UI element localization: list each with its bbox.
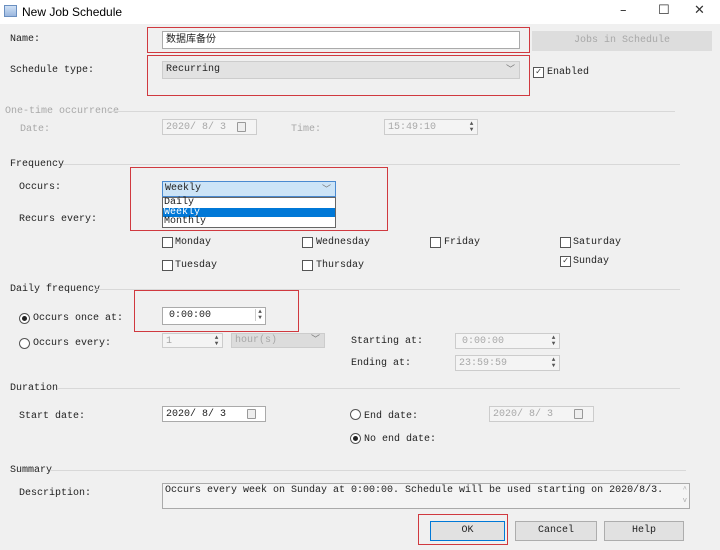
app-icon — [4, 5, 17, 17]
occurs-value: Weekly — [165, 183, 201, 194]
monday-checkbox[interactable] — [162, 237, 173, 248]
one-time-date-picker[interactable]: 2020/ 8/ 3 — [162, 119, 257, 135]
window-title: New Job Schedule — [22, 5, 122, 19]
saturday-label: Saturday — [573, 237, 621, 248]
maximize-button[interactable]: ☐ — [658, 3, 670, 18]
frequency-section-label: Frequency — [10, 159, 64, 170]
wednesday-checkbox[interactable] — [302, 237, 313, 248]
time-label: Time: — [291, 124, 321, 135]
ok-button[interactable]: OK — [430, 521, 505, 541]
occurs-label: Occurs: — [19, 182, 61, 193]
end-date-picker[interactable]: 2020/ 8/ 3 — [489, 406, 594, 422]
once-time-value: 0:00:00 — [169, 310, 211, 321]
sunday-label: Sunday — [573, 256, 609, 267]
start-date-value: 2020/ 8/ 3 — [166, 409, 226, 420]
calendar-icon — [574, 409, 583, 419]
scrollbar[interactable]: ^v — [683, 485, 687, 507]
schedule-type-label: Schedule type: — [10, 65, 94, 76]
ending-at-input[interactable]: 23:59:59 ▲▼ — [455, 355, 560, 371]
description-textarea[interactable]: Occurs every week on Sunday at 0:00:00. … — [162, 483, 690, 509]
occurs-once-radio[interactable] — [19, 313, 30, 324]
divider — [57, 388, 680, 389]
help-button[interactable]: Help — [604, 521, 684, 541]
description-label: Description: — [19, 488, 91, 499]
spinner-icon[interactable]: ▲▼ — [467, 121, 476, 133]
ending-at-label: Ending at: — [351, 358, 411, 369]
occurs-dropdown-list: Daily Weekly Monthly — [162, 197, 336, 228]
occurs-once-time-input[interactable]: 0:00:00 ▲▼ — [162, 307, 266, 325]
schedule-type-select[interactable]: Recurring ﹀ — [162, 61, 520, 79]
name-label: Name: — [10, 34, 40, 45]
friday-checkbox[interactable] — [430, 237, 441, 248]
start-date-label: Start date: — [19, 411, 85, 422]
chevron-down-icon: ﹀ — [311, 335, 320, 346]
every-value: 1 — [166, 336, 172, 347]
calendar-icon[interactable] — [247, 409, 256, 419]
occurs-once-label: Occurs once at: — [33, 313, 123, 324]
no-end-date-radio[interactable] — [350, 433, 361, 444]
description-text: Occurs every week on Sunday at 0:00:00. … — [165, 485, 663, 496]
spinner-icon[interactable]: ▲▼ — [255, 309, 264, 321]
monday-label: Monday — [175, 237, 211, 248]
unit-value: hour(s) — [235, 335, 277, 346]
enabled-label: Enabled — [547, 67, 589, 78]
calendar-icon — [237, 122, 246, 132]
chevron-down-icon: ﹀ — [322, 183, 331, 197]
summary-section-label: Summary — [10, 465, 52, 476]
one-time-section-label: One-time occurrence — [5, 106, 119, 117]
one-time-time-input[interactable]: 15:49:10 ▲▼ — [384, 119, 478, 135]
jobs-in-schedule-button[interactable]: Jobs in Schedule — [532, 31, 712, 51]
chevron-down-icon: ﹀ — [506, 63, 515, 77]
occurs-every-value-input[interactable]: 1 ▲▼ — [162, 333, 223, 348]
end-date-label: End date: — [364, 411, 418, 422]
name-input[interactable]: 数据库备份 — [162, 31, 520, 49]
occurs-every-label: Occurs every: — [33, 338, 111, 349]
tuesday-checkbox[interactable] — [162, 260, 173, 271]
divider — [50, 470, 686, 471]
cancel-button[interactable]: Cancel — [515, 521, 597, 541]
enabled-checkbox[interactable]: ✓ — [533, 67, 544, 78]
tuesday-label: Tuesday — [175, 260, 217, 271]
occurs-every-radio[interactable] — [19, 338, 30, 349]
wednesday-label: Wednesday — [316, 237, 370, 248]
time-value: 15:49:10 — [388, 122, 436, 133]
spinner-icon[interactable]: ▲▼ — [549, 357, 558, 369]
no-end-date-label: No end date: — [364, 434, 436, 445]
date-value: 2020/ 8/ 3 — [166, 122, 226, 133]
recurs-every-label: Recurs every: — [19, 214, 97, 225]
saturday-checkbox[interactable] — [560, 237, 571, 248]
minimize-button[interactable]: – — [620, 3, 627, 18]
starting-at-input[interactable]: 0:00:00 ▲▼ — [455, 333, 560, 349]
divider — [108, 111, 675, 112]
duration-section-label: Duration — [10, 383, 58, 394]
start-date-picker[interactable]: 2020/ 8/ 3 — [162, 406, 266, 422]
occurs-every-unit-select[interactable]: hour(s) ﹀ — [231, 333, 325, 348]
thursday-checkbox[interactable] — [302, 260, 313, 271]
sunday-checkbox[interactable]: ✓ — [560, 256, 571, 267]
option-monthly[interactable]: Monthly — [163, 217, 335, 227]
close-button[interactable]: ✕ — [694, 3, 705, 18]
end-date-radio[interactable] — [350, 409, 361, 420]
spinner-icon[interactable]: ▲▼ — [549, 335, 558, 347]
friday-label: Friday — [444, 237, 480, 248]
date-label: Date: — [20, 124, 50, 135]
divider — [62, 164, 680, 165]
occurs-select[interactable]: Weekly ﹀ — [162, 181, 336, 197]
starting-value: 0:00:00 — [462, 336, 504, 347]
end-date-value: 2020/ 8/ 3 — [493, 409, 553, 420]
ending-value: 23:59:59 — [459, 358, 507, 369]
starting-at-label: Starting at: — [351, 336, 423, 347]
spinner-icon[interactable]: ▲▼ — [212, 335, 221, 347]
schedule-type-value: Recurring — [166, 64, 220, 75]
daily-frequency-section-label: Daily frequency — [10, 284, 100, 295]
thursday-label: Thursday — [316, 260, 364, 271]
